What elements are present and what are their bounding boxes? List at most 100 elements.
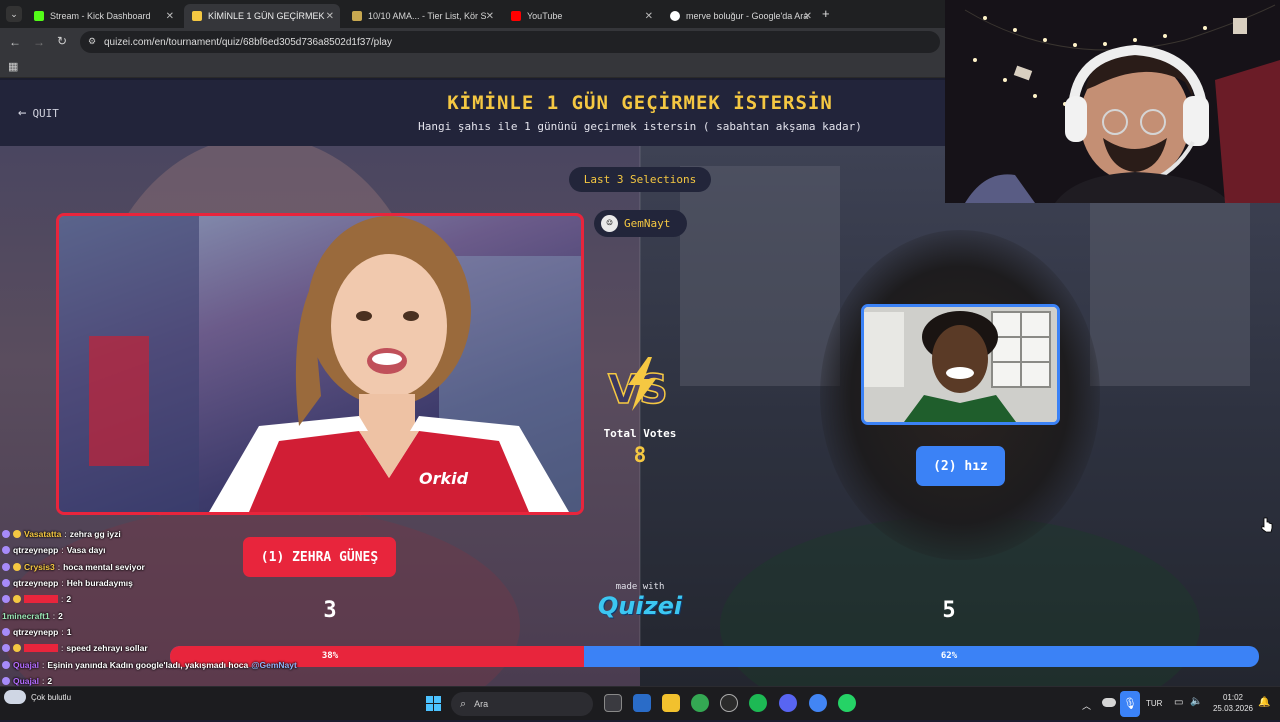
tab-label: merve boluğur - Google'da Ara bbox=[686, 11, 809, 21]
quizei-logo[interactable]: Quizei bbox=[590, 592, 690, 620]
youtube-icon bbox=[511, 11, 521, 21]
url-text: quizei.com/en/tournament/quiz/68bf6ed305… bbox=[104, 36, 392, 48]
option-1-percent: 38% bbox=[321, 651, 339, 661]
chat-message: qtrzeynepp: Vasa dayı bbox=[2, 542, 302, 558]
weather-widget[interactable]: Çok bulutlu bbox=[4, 690, 71, 704]
tab-label: Stream - Kick Dashboard bbox=[50, 11, 151, 21]
chevron-up-icon[interactable]: ︿ bbox=[1082, 699, 1091, 712]
browser-tab-bar: ⌄ Stream - Kick Dashboard ✕ KİMİNLE 1 GÜ… bbox=[0, 0, 945, 28]
close-icon[interactable]: ✕ bbox=[645, 11, 653, 22]
chrome-icon[interactable] bbox=[809, 694, 827, 712]
option-1-image[interactable]: Orkid bbox=[56, 213, 584, 515]
cloud-icon bbox=[4, 690, 26, 704]
chat-username: Quajal bbox=[13, 659, 39, 670]
tab-google-search[interactable]: merve boluğur - Google'da Ara ✕ bbox=[662, 4, 818, 28]
close-icon[interactable]: ✕ bbox=[166, 11, 174, 22]
chat-mention: @GemNayt bbox=[251, 659, 297, 670]
tab-quizei[interactable]: KİMİNLE 1 GÜN GEÇİRMEK İSTE ✕ bbox=[184, 4, 340, 28]
notification-icon[interactable]: 🔔 bbox=[1258, 697, 1270, 708]
tab-youtube[interactable]: YouTube ✕ bbox=[503, 4, 659, 28]
option-2-votes: 5 bbox=[942, 598, 956, 623]
option-2-button[interactable]: (2) hız bbox=[916, 446, 1005, 486]
url-field[interactable]: ⚙ quizei.com/en/tournament/quiz/68bf6ed3… bbox=[80, 31, 940, 53]
chat-message: Quajal: Eşinin yanında Kadın google'ladı… bbox=[2, 656, 302, 672]
badge-icon bbox=[2, 530, 10, 539]
chat-username: Crysis3 bbox=[24, 561, 55, 572]
badge-icon bbox=[13, 595, 21, 604]
forward-arrow-icon[interactable]: → bbox=[33, 35, 45, 49]
chat-text: 2 bbox=[66, 594, 72, 605]
quizei-icon bbox=[352, 11, 362, 21]
total-votes-value: 8 bbox=[633, 443, 647, 467]
chat-username-redacted bbox=[24, 644, 58, 653]
chrome-icon[interactable] bbox=[691, 694, 709, 712]
chat-text: Heh buradaymış bbox=[66, 578, 133, 589]
tab-tier-list[interactable]: 10/10 AMA... - Tier List, Kör Sıra ✕ bbox=[344, 4, 500, 28]
user-chip[interactable]: ☺ GemNayt bbox=[594, 210, 687, 237]
kick-icon bbox=[34, 11, 44, 21]
site-info-icon[interactable]: ⚙ bbox=[88, 36, 96, 47]
option-2-image[interactable] bbox=[861, 304, 1060, 425]
apps-grid-icon[interactable]: ▦ bbox=[8, 60, 18, 73]
store-icon[interactable] bbox=[633, 694, 651, 712]
chat-message: : 2 bbox=[2, 591, 302, 607]
username: GemNayt bbox=[624, 217, 671, 230]
close-icon[interactable]: ✕ bbox=[326, 11, 334, 22]
close-icon[interactable]: ✕ bbox=[804, 11, 812, 22]
new-tab-button[interactable]: + bbox=[822, 6, 830, 21]
network-icon[interactable]: ▭ bbox=[1174, 697, 1183, 708]
made-with-label: made with bbox=[615, 582, 665, 592]
badge-icon bbox=[2, 644, 10, 653]
task-view-icon[interactable] bbox=[604, 694, 622, 712]
chat-text: hoca mental seviyor bbox=[63, 561, 145, 572]
tab-label: 10/10 AMA... - Tier List, Kör Sıra bbox=[368, 11, 486, 21]
steam-icon[interactable] bbox=[720, 694, 738, 712]
language-indicator[interactable]: TUR bbox=[1146, 699, 1162, 708]
option-2-percent: 62% bbox=[940, 651, 958, 661]
tab-kick-dashboard[interactable]: Stream - Kick Dashboard ✕ bbox=[26, 4, 180, 28]
chat-username: Vasatatta bbox=[24, 529, 62, 540]
close-icon[interactable]: ✕ bbox=[486, 11, 494, 22]
file-explorer-icon[interactable] bbox=[662, 694, 680, 712]
taskbar-search[interactable]: ⌕ Ara bbox=[451, 692, 593, 716]
chat-text: Vasa dayı bbox=[66, 545, 106, 556]
search-placeholder: Ara bbox=[474, 699, 489, 709]
address-bar: ← → ↻ ⚙ quizei.com/en/tournament/quiz/68… bbox=[0, 28, 945, 56]
chat-username: qtrzeynepp bbox=[13, 626, 59, 637]
versus-icon: VS bbox=[607, 357, 669, 413]
streamer-webcam bbox=[945, 0, 1280, 203]
volume-icon[interactable]: 🔈 bbox=[1190, 696, 1202, 707]
search-icon: ⌕ bbox=[460, 697, 467, 710]
discord-icon[interactable] bbox=[779, 694, 797, 712]
last-selections-button[interactable]: Last 3 Selections bbox=[569, 167, 711, 192]
total-votes-label: Total Votes bbox=[603, 427, 677, 440]
chat-text: Eşinin yanında Kadın google'ladı, yakışm… bbox=[47, 659, 249, 670]
chat-username: 1minecraft1 bbox=[2, 610, 50, 621]
webcam-overlay bbox=[945, 0, 1280, 203]
badge-icon bbox=[2, 546, 10, 555]
badge-icon bbox=[13, 644, 21, 653]
taskbar-clock[interactable]: 01:02 25.03.2026 bbox=[1208, 692, 1258, 714]
bookmarks-bar: ▦ bbox=[0, 56, 945, 78]
chat-message: qtrzeynepp: 1 bbox=[2, 624, 302, 640]
microphone-icon[interactable]: 🎙 bbox=[1120, 691, 1140, 717]
spotify-icon[interactable] bbox=[749, 694, 767, 712]
tab-label: KİMİNLE 1 GÜN GEÇİRMEK İSTE bbox=[208, 11, 326, 21]
windows-start-icon[interactable] bbox=[426, 696, 441, 711]
chat-text: zehra gg iyzi bbox=[69, 529, 121, 540]
whatsapp-icon[interactable] bbox=[838, 694, 856, 712]
onedrive-icon[interactable] bbox=[1102, 698, 1116, 707]
option-1-votes: 3 bbox=[323, 598, 337, 623]
chat-message: Crysis3: hoca mental seviyor bbox=[2, 559, 302, 575]
tab-search-icon[interactable]: ⌄ bbox=[6, 6, 22, 22]
weather-text: Çok bulutlu bbox=[31, 692, 72, 702]
google-icon bbox=[670, 11, 680, 21]
chat-username: qtrzeynepp bbox=[13, 545, 59, 556]
chat-text: 2 bbox=[47, 675, 53, 686]
badge-icon bbox=[2, 595, 10, 604]
back-arrow-icon[interactable]: ← bbox=[9, 35, 21, 49]
chat-username: Quajal bbox=[13, 675, 39, 686]
reload-icon[interactable]: ↻ bbox=[57, 34, 67, 48]
badge-icon bbox=[2, 579, 10, 588]
chat-message: Vasatatta: zehra gg iyzi bbox=[2, 526, 302, 542]
